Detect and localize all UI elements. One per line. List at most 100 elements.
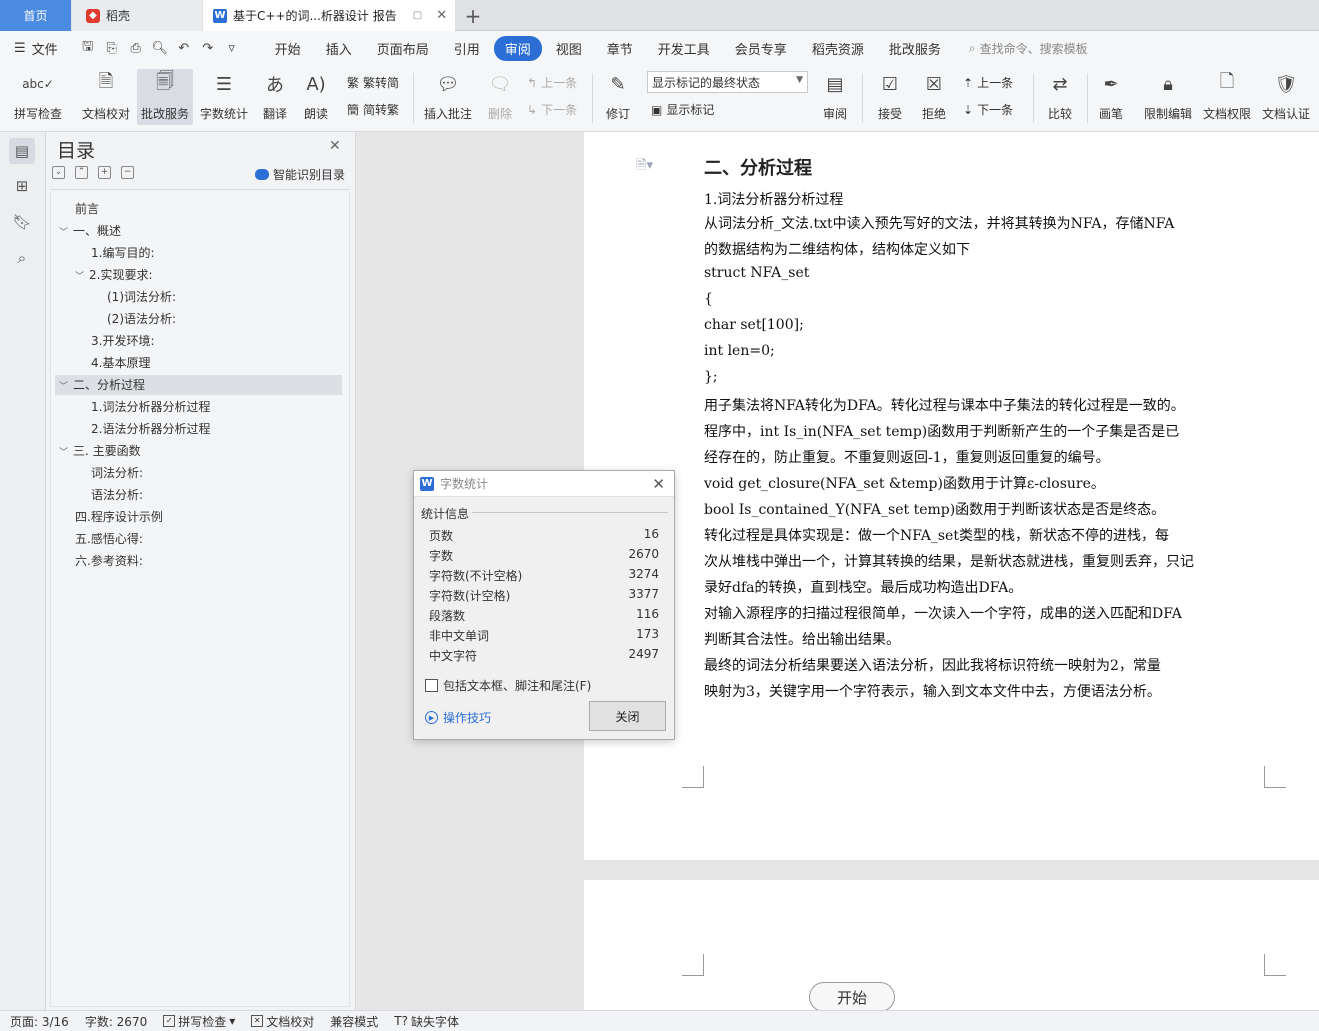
menu-references[interactable]: 引用 (443, 36, 491, 61)
toc-item[interactable]: 词法分析: (91, 463, 143, 483)
to-traditional-button[interactable]: 簡简转繁 (347, 101, 399, 118)
chapter-nav-icon[interactable]: ⊞ (9, 173, 35, 199)
chevron-down-icon[interactable]: ﹀ (59, 443, 73, 463)
toc-item[interactable]: 六.参考资料: (75, 551, 143, 571)
to-simplified-button[interactable]: 繁繁转简 (347, 74, 399, 91)
chevron-down-icon[interactable]: ﹀ (75, 267, 89, 287)
menu-page-layout[interactable]: 页面布局 (366, 36, 440, 61)
word-count-indicator[interactable]: 字数: 2670 (85, 1013, 147, 1030)
close-icon[interactable]: ✕ (652, 475, 665, 493)
redo-icon[interactable]: ↷ (199, 39, 217, 57)
search-icon[interactable]: ⌕ (9, 245, 35, 271)
toc-item[interactable]: 3.开发环境: (91, 331, 155, 351)
pin-icon[interactable]: ▢ (413, 10, 422, 21)
prev-comment-button[interactable]: ↰ 上一条 (527, 74, 577, 91)
add-heading-icon[interactable]: + (98, 166, 111, 179)
tab-home[interactable]: 首页 (0, 0, 71, 31)
wordcount-button[interactable]: ☰ 字数统计 (196, 69, 252, 122)
toc-item[interactable]: 四.程序设计示例 (75, 507, 163, 527)
menu-review[interactable]: 审阅 (493, 35, 542, 61)
document-page-next[interactable] (584, 880, 1319, 1010)
menu-daoke-resources[interactable]: 稻壳资源 (801, 36, 875, 61)
pen-button[interactable]: ✒ 画笔 (1094, 69, 1128, 122)
delete-comment-button[interactable]: 🗨︎ 删除 (480, 69, 520, 122)
toc-item-selected[interactable]: ﹀ 二、分析过程 (55, 375, 342, 395)
restrict-editing-button[interactable]: 🔒︎ 限制编辑 (1140, 69, 1196, 122)
start-button[interactable]: 开始 (809, 982, 895, 1012)
close-tab-icon[interactable]: ✕ (436, 8, 447, 23)
doc-line: void get_closure(NFA_set &temp)函数用于计算ε-c… (704, 476, 1105, 492)
show-markup-button[interactable]: ▣ 显示标记 (651, 101, 714, 118)
smart-toc-button[interactable]: 智能识别目录 (254, 166, 345, 183)
customize-dropdown-icon[interactable]: ▿ (223, 39, 241, 57)
compare-button[interactable]: ⇄ 比较 (1040, 69, 1080, 122)
undo-icon[interactable]: ↶ (175, 39, 193, 57)
paragraph-layout-icon[interactable]: 🗎▾ (636, 156, 653, 178)
collapse-all-icon[interactable]: ⌃ (75, 166, 88, 179)
command-search[interactable]: ⌕ 查找命令、搜索模板 (969, 40, 1088, 57)
menu-insert[interactable]: 插入 (315, 36, 363, 61)
chevron-down-icon[interactable]: ﹀ (59, 223, 73, 243)
toc-item[interactable]: 1.编写目的: (91, 243, 155, 263)
read-aloud-button[interactable]: A) 朗读 (298, 69, 334, 122)
menu-start[interactable]: 开始 (264, 36, 312, 61)
print-icon[interactable]: ⎙ (127, 39, 145, 57)
doc-certify-button[interactable]: 🛡︎ 文档认证 (1258, 69, 1314, 122)
stat-row: 段落数 116 (429, 607, 659, 624)
doc-permission-button[interactable]: 🗋 文档权限 (1199, 69, 1255, 122)
tab-document[interactable]: W 基于C++的词...析器设计 报告 ▢ ✕ (203, 0, 455, 31)
tab-daoke[interactable]: ◆ 稻壳 (72, 0, 202, 31)
toc-item[interactable]: (1)词法分析: (107, 287, 176, 307)
toc-item[interactable]: 前言 (75, 199, 99, 219)
next-revision-button[interactable]: ⇣ 下一条 (963, 101, 1013, 118)
toc-item[interactable]: 语法分析: (91, 485, 143, 505)
translate-button[interactable]: あ 翻译 (255, 69, 295, 122)
toc-item[interactable]: ﹀ 2.实现要求: (75, 265, 153, 285)
tips-link[interactable]: ▶ 操作技巧 (425, 709, 491, 726)
correction-service-button[interactable]: 🗐 批改服务 (137, 69, 193, 125)
markup-state-select[interactable]: 显示标记的最终状态 ▼ (647, 71, 808, 93)
new-tab-icon[interactable]: + (462, 4, 484, 28)
remove-heading-icon[interactable]: − (121, 166, 134, 179)
print-preview-icon[interactable]: 🔍︎ (151, 39, 169, 57)
menu-developer[interactable]: 开发工具 (647, 36, 721, 61)
document-page[interactable]: 🗎▾ 二、分析过程 1.词法分析器分析过程 从词法分析_文法.txt中读入预先写… (584, 132, 1319, 860)
chevron-down-icon[interactable]: ﹀ (59, 377, 73, 397)
toc-item[interactable]: ﹀ 三. 主要函数 (59, 441, 141, 461)
file-menu[interactable]: ☰ 文件 (14, 39, 58, 58)
doccheck-button[interactable]: 🗎 文档校对 (78, 69, 134, 122)
checkbox-box[interactable] (425, 679, 438, 692)
menu-view[interactable]: 视图 (545, 36, 593, 61)
dialog-titlebar[interactable]: W 字数统计 (414, 471, 674, 497)
missing-font-status[interactable]: T? 缺失字体 (394, 1013, 459, 1030)
toc-item[interactable]: 2.语法分析器分析过程 (91, 419, 210, 439)
menu-correction-service[interactable]: 批改服务 (878, 36, 952, 61)
missing-font-label: 缺失字体 (411, 1014, 460, 1029)
save-icon[interactable]: 🖫 (79, 39, 97, 57)
bookmark-icon[interactable]: 🔖︎ (9, 209, 35, 235)
spellcheck-status[interactable]: ✓ 拼写检查 ▾ (163, 1013, 235, 1030)
toc-item[interactable]: 1.词法分析器分析过程 (91, 397, 210, 417)
review-pane-button[interactable]: ▤ 审阅 (815, 69, 855, 122)
close-icon[interactable]: ✕ (329, 138, 341, 154)
menu-chapter[interactable]: 章节 (596, 36, 644, 61)
page-indicator[interactable]: 页面: 3/16 (10, 1013, 69, 1030)
reject-button[interactable]: ☒ 拒绝 (914, 69, 954, 122)
accept-button[interactable]: ☑ 接受 (870, 69, 910, 122)
toc-item[interactable]: (2)语法分析: (107, 309, 176, 329)
toc-item[interactable]: ﹀ 一、概述 (59, 221, 121, 241)
export-pdf-icon[interactable]: ⎘ (103, 39, 121, 57)
menu-member[interactable]: 会员专享 (724, 36, 798, 61)
insert-comment-button[interactable]: 💬︎ 插入批注 (420, 69, 476, 122)
toc-item[interactable]: 五.感悟心得: (75, 529, 143, 549)
spellcheck-button[interactable]: abc✓ 拼写检查 (10, 69, 66, 122)
prev-revision-button[interactable]: ⇡ 上一条 (963, 74, 1013, 91)
doccheck-status[interactable]: ✕ 文档校对 (251, 1013, 314, 1030)
toc-item[interactable]: 4.基本原理 (91, 353, 150, 373)
toc-panel-icon[interactable]: ▤ (9, 138, 35, 164)
next-comment-button[interactable]: ↳ 下一条 (527, 101, 577, 118)
include-textbox-checkbox[interactable]: 包括文本框、脚注和尾注(F) (425, 677, 591, 694)
expand-all-icon[interactable]: ⌄ (52, 166, 65, 179)
close-button[interactable]: 关闭 (589, 701, 666, 731)
revise-button[interactable]: ✎ 修订 (598, 69, 638, 122)
